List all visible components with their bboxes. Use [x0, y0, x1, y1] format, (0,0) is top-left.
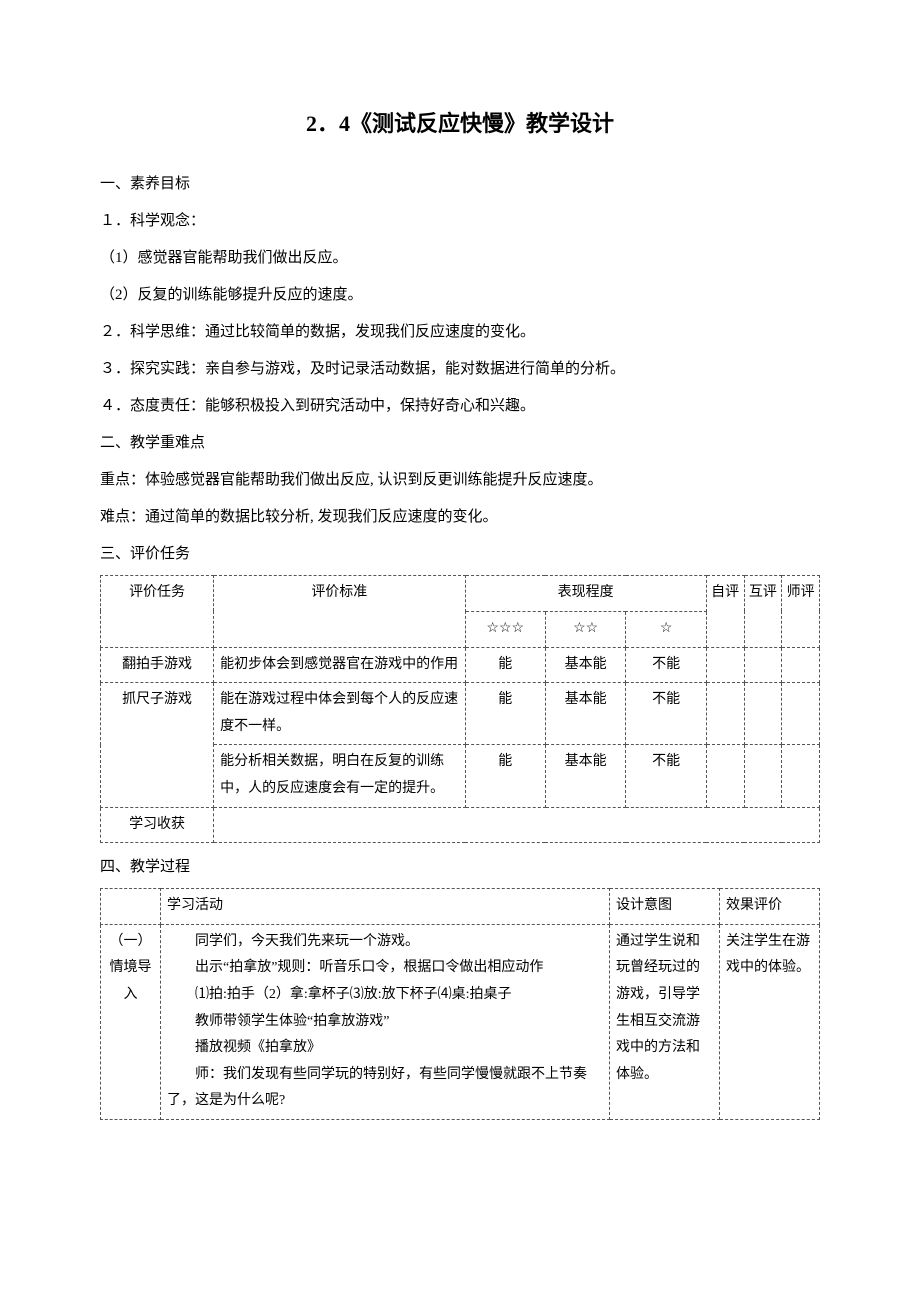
sec1-activity: 同学们，今天我们先来玩一个游戏。 出示“拍拿放”规则：听音乐口令，根据口令做出相…	[161, 924, 610, 1119]
r1-task: 翻拍手游戏	[101, 647, 214, 683]
th-criteria: 评价标准	[214, 576, 465, 647]
table-row: 学习活动 设计意图 效果评价	[101, 889, 820, 925]
section-1-heading: 一、素养目标	[100, 168, 820, 201]
r3-crit: 能分析相关数据，明白在反复的训练中，人的反应速度会有一定的提升。	[214, 745, 465, 807]
cell-able: 能	[465, 683, 545, 745]
table-row: 翻拍手游戏 能初步体会到感觉器官在游戏中的作用 能 基本能 不能	[101, 647, 820, 683]
star2: ☆☆	[545, 611, 625, 647]
th-section	[101, 889, 161, 925]
s1-sub1a: （1）感觉器官能帮助我们做出反应。	[100, 242, 820, 275]
r1-crit: 能初步体会到感觉器官在游戏中的作用	[214, 647, 465, 683]
s1-item4: ４．态度责任：能够积极投入到研究活动中，保持好奇心和兴趣。	[100, 390, 820, 423]
th-activity: 学习活动	[161, 889, 610, 925]
th-teacher: 师评	[782, 576, 820, 647]
page-title: 2．4《测试反应快慢》教学设计	[100, 100, 820, 148]
cell-unable: 不能	[626, 745, 706, 807]
star3: ☆☆☆	[465, 611, 545, 647]
sec1-design: 通过学生说和玩曾经玩过的游戏，引导学生相互交流游戏中的方法和体验。	[610, 924, 720, 1119]
cell-self	[706, 745, 744, 807]
cell-teacher	[782, 647, 820, 683]
cell-basic: 基本能	[545, 647, 625, 683]
teaching-process-table: 学习活动 设计意图 效果评价 （一）情境导入 同学们，今天我们先来玩一个游戏。 …	[100, 888, 820, 1120]
th-performance: 表现程度	[465, 576, 706, 612]
th-peer: 互评	[744, 576, 782, 647]
cell-basic: 基本能	[545, 745, 625, 807]
s1-sub1b: （2）反复的训练能够提升反应的速度。	[100, 279, 820, 312]
s1-item1: １．科学观念：	[100, 205, 820, 238]
s2-key: 重点：体验感觉器官能帮助我们做出反应, 认识到反更训练能提升反应速度。	[100, 464, 820, 497]
cell-self	[706, 683, 744, 745]
cell-self	[706, 647, 744, 683]
cell-able: 能	[465, 647, 545, 683]
s1-item2: ２．科学思维：通过比较简单的数据，发现我们反应速度的变化。	[100, 316, 820, 349]
r4-content	[214, 807, 820, 843]
cell-unable: 不能	[626, 683, 706, 745]
sec1-eval: 关注学生在游戏中的体验。	[720, 924, 820, 1119]
cell-peer	[744, 647, 782, 683]
table-row: （一）情境导入 同学们，今天我们先来玩一个游戏。 出示“拍拿放”规则：听音乐口令…	[101, 924, 820, 1119]
cell-basic: 基本能	[545, 683, 625, 745]
table-row: 评价任务 评价标准 表现程度 自评 互评 师评	[101, 576, 820, 612]
cell-able: 能	[465, 745, 545, 807]
evaluation-task-table: 评价任务 评价标准 表现程度 自评 互评 师评 ☆☆☆ ☆☆ ☆ 翻拍手游戏 能…	[100, 575, 820, 843]
cell-teacher	[782, 683, 820, 745]
table-row: 抓尺子游戏 能在游戏过程中体会到每个人的反应速度不一样。 能 基本能 不能	[101, 683, 820, 745]
th-design: 设计意图	[610, 889, 720, 925]
s2-diff: 难点：通过简单的数据比较分析, 发现我们反应速度的变化。	[100, 501, 820, 534]
section-4-heading: 四、教学过程	[100, 851, 820, 884]
cell-teacher	[782, 745, 820, 807]
cell-peer	[744, 745, 782, 807]
r2-crit: 能在游戏过程中体会到每个人的反应速度不一样。	[214, 683, 465, 745]
sec1-label: （一）情境导入	[101, 924, 161, 1119]
cell-peer	[744, 683, 782, 745]
star1: ☆	[626, 611, 706, 647]
th-self: 自评	[706, 576, 744, 647]
th-evaluation: 效果评价	[720, 889, 820, 925]
r4-task: 学习收获	[101, 807, 214, 843]
s1-item3: ３．探究实践：亲自参与游戏，及时记录活动数据，能对数据进行简单的分析。	[100, 353, 820, 386]
table-row: 学习收获	[101, 807, 820, 843]
th-task: 评价任务	[101, 576, 214, 647]
section-3-heading: 三、评价任务	[100, 538, 820, 571]
cell-unable: 不能	[626, 647, 706, 683]
r2-task: 抓尺子游戏	[101, 683, 214, 807]
section-2-heading: 二、教学重难点	[100, 427, 820, 460]
